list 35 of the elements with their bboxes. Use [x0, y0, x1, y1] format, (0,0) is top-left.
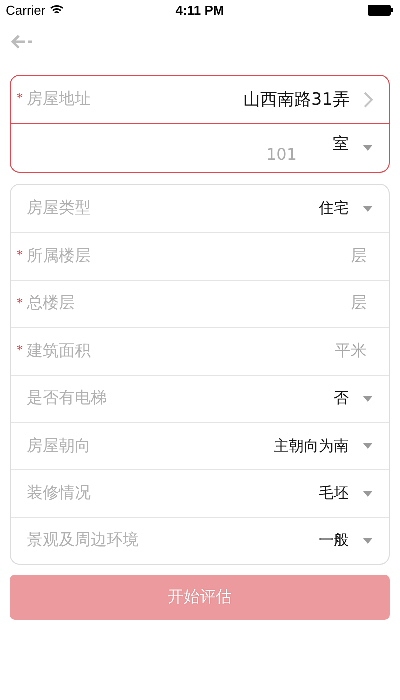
clock-label: 4:11 PM — [176, 2, 224, 18]
required-mark: * — [17, 343, 24, 358]
field-value[interactable]: 室 — [333, 134, 349, 154]
field-label: 房屋地址 — [27, 89, 92, 110]
field-value[interactable]: 一般 — [319, 531, 349, 550]
unit-label: 平米 — [335, 340, 367, 362]
unit-label: 层 — [351, 293, 367, 314]
caret-icon — [363, 443, 373, 450]
field-value[interactable]: 否 — [334, 389, 349, 408]
field-label: 总楼层 — [27, 293, 76, 314]
unit-label: 层 — [351, 246, 367, 268]
required-mark: * — [17, 296, 24, 310]
field-value[interactable]: 住宅 — [319, 199, 349, 218]
back-button[interactable] — [9, 33, 35, 51]
field-label: 房屋类型 — [27, 198, 92, 220]
wifi-icon — [50, 5, 64, 15]
field-value: 山西南路31弄 — [243, 89, 350, 111]
caret-icon — [363, 396, 373, 402]
field-label: 景观及周边环境 — [27, 530, 140, 552]
battery-icon — [368, 4, 394, 16]
field-label: 是否有电梯 — [27, 388, 108, 410]
field-value[interactable]: 毛坯 — [319, 484, 349, 504]
field-label: 房屋朝向 — [27, 436, 92, 457]
caret-icon — [363, 538, 373, 544]
required-mark: * — [17, 248, 24, 262]
field-value[interactable]: 主朝向为南 — [274, 436, 349, 456]
caret-icon — [363, 145, 373, 151]
field-label: 建筑面积 — [27, 340, 92, 362]
carrier-label: Carrier — [6, 2, 46, 18]
field-label: 所属楼层 — [27, 246, 92, 268]
field-label: 装修情况 — [27, 483, 92, 504]
chevron-right-icon — [364, 92, 373, 108]
required-mark: * — [17, 91, 24, 105]
caret-icon — [363, 490, 373, 497]
caret-icon — [363, 206, 373, 212]
